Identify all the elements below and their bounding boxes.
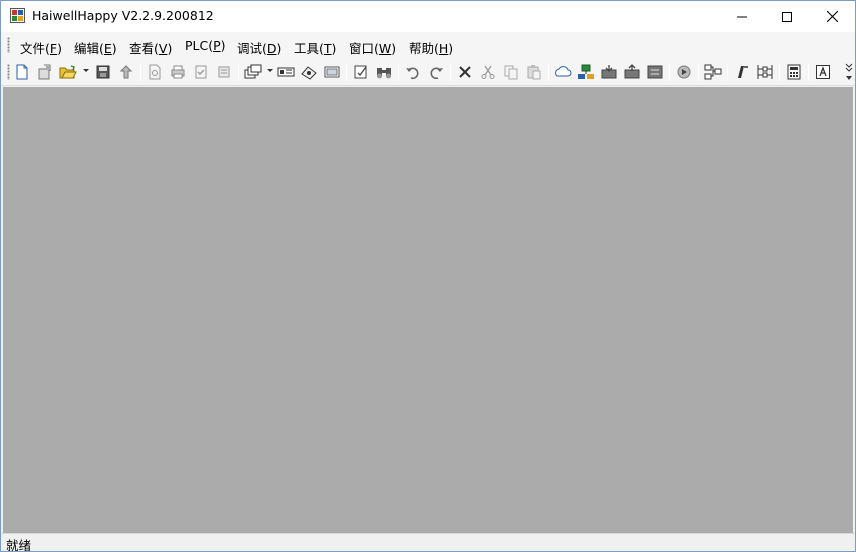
plc-settings-icon[interactable] — [300, 63, 318, 81]
new-project-icon[interactable] — [36, 63, 54, 81]
menu-help[interactable]: 帮助(H) — [409, 38, 453, 57]
open-folder-icon[interactable] — [59, 63, 77, 81]
edit-check-icon[interactable] — [352, 63, 370, 81]
menu-plc[interactable]: PLC(P) — [185, 38, 226, 53]
plc-module-icon[interactable] — [277, 63, 295, 81]
online-icon[interactable] — [554, 63, 572, 81]
undo-icon[interactable] — [404, 63, 422, 81]
calculator-icon[interactable] — [785, 63, 803, 81]
menu-view[interactable]: 查看(V) — [129, 38, 172, 57]
close-button[interactable] — [809, 1, 855, 32]
maximize-icon — [782, 11, 792, 22]
toolbar-separator — [779, 63, 780, 81]
app-logo-icon — [10, 8, 25, 23]
download-plc-icon[interactable] — [600, 63, 618, 81]
menu-window[interactable]: 窗口(W) — [349, 38, 396, 57]
window-title: HaiwellHappy V2.2.9.200812 — [32, 8, 214, 23]
cut-icon[interactable] — [479, 63, 497, 81]
status-text: 就绪 — [6, 538, 32, 552]
copy-icon[interactable] — [502, 63, 520, 81]
check-icon[interactable] — [192, 63, 210, 81]
minimize-icon — [737, 16, 747, 17]
monitor-icon[interactable] — [323, 63, 341, 81]
upload-plc-icon[interactable] — [623, 63, 641, 81]
instruction-icon[interactable] — [733, 63, 751, 81]
print-icon[interactable] — [169, 63, 187, 81]
find-icon[interactable] — [375, 63, 393, 81]
print-preview-icon[interactable] — [146, 63, 164, 81]
run-icon[interactable] — [675, 63, 693, 81]
toolbar-separator — [698, 63, 699, 81]
mdi-client-area[interactable] — [3, 87, 853, 533]
toolbar-separator — [140, 63, 141, 81]
close-icon — [826, 11, 838, 22]
toolbar-separator — [450, 63, 451, 81]
toolbar-grip[interactable] — [7, 64, 10, 80]
network-icon[interactable] — [577, 63, 595, 81]
menu-file[interactable]: 文件(F) — [20, 38, 62, 57]
save-icon[interactable] — [94, 63, 112, 81]
toolbar-separator — [808, 63, 809, 81]
toolbar-separator — [669, 63, 670, 81]
minimize-button[interactable] — [719, 1, 765, 32]
status-bar: 就绪 — [1, 533, 855, 552]
toolbar-separator — [238, 63, 239, 81]
open-dropdown-icon[interactable] — [83, 69, 89, 72]
properties-icon[interactable] — [215, 63, 233, 81]
title-bar[interactable]: HaiwellHappy V2.2.9.200812 — [1, 1, 855, 32]
menu-tools[interactable]: 工具(T) — [294, 38, 336, 57]
menu-edit[interactable]: 编辑(E) — [74, 38, 117, 57]
compare-plc-icon[interactable] — [646, 63, 664, 81]
toolbar-separator — [727, 63, 728, 81]
menu-debug[interactable]: 调试(D) — [237, 38, 281, 57]
toolbar — [1, 58, 855, 86]
toolbar-separator — [346, 63, 347, 81]
delete-icon[interactable] — [456, 63, 474, 81]
windows-icon[interactable] — [244, 63, 262, 81]
upload-icon[interactable] — [117, 63, 135, 81]
paste-icon[interactable] — [525, 63, 543, 81]
toolbar-separator — [398, 63, 399, 81]
toolbar-overflow-icon[interactable] — [844, 61, 854, 83]
ladder-icon[interactable] — [756, 63, 774, 81]
menubar-grip[interactable] — [7, 37, 10, 53]
flowchart-icon[interactable] — [704, 63, 722, 81]
menu-bar: 文件(F) 编辑(E) 查看(V) PLC(P) 调试(D) 工具(T) 窗口(… — [1, 32, 855, 58]
redo-icon[interactable] — [427, 63, 445, 81]
new-file-icon[interactable] — [13, 63, 31, 81]
windows-dropdown-icon[interactable] — [267, 69, 273, 72]
text-icon[interactable] — [814, 63, 832, 81]
toolbar-separator — [548, 63, 549, 81]
app-window: HaiwellHappy V2.2.9.200812 文件(F) 编辑(E) 查… — [0, 0, 856, 552]
maximize-button[interactable] — [764, 1, 810, 32]
